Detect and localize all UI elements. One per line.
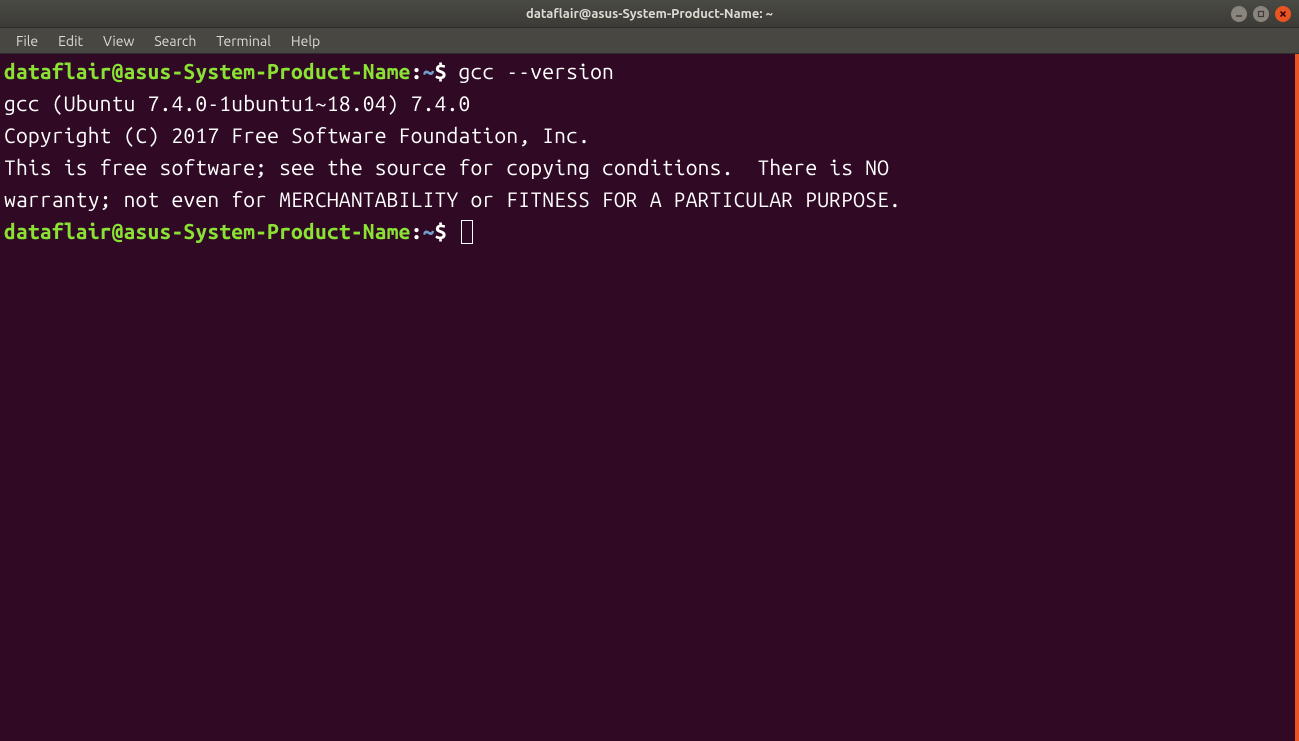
prompt-path-2: ~ bbox=[423, 219, 435, 243]
maximize-icon bbox=[1257, 10, 1265, 18]
prompt-colon-2: : bbox=[411, 219, 423, 243]
minimize-button[interactable] bbox=[1231, 6, 1247, 22]
terminal-line-prompt1: dataflair@asus-System-Product-Name:~$ gc… bbox=[4, 56, 1295, 88]
prompt-user-host-2: dataflair@asus-System-Product-Name bbox=[4, 219, 411, 243]
output-line-3: This is free software; see the source fo… bbox=[4, 152, 1295, 184]
window-controls bbox=[1231, 6, 1291, 22]
right-edge-decoration bbox=[1295, 54, 1299, 741]
menu-file[interactable]: File bbox=[6, 29, 48, 53]
prompt-user-host: dataflair@asus-System-Product-Name bbox=[4, 59, 411, 83]
output-line-1: gcc (Ubuntu 7.4.0-1ubuntu1~18.04) 7.4.0 bbox=[4, 88, 1295, 120]
minimize-icon bbox=[1235, 10, 1243, 18]
menubar: File Edit View Search Terminal Help bbox=[0, 28, 1299, 54]
menu-edit[interactable]: Edit bbox=[48, 29, 93, 53]
maximize-button[interactable] bbox=[1253, 6, 1269, 22]
empty-command bbox=[447, 219, 459, 243]
prompt-path: ~ bbox=[423, 59, 435, 83]
terminal-line-prompt2: dataflair@asus-System-Product-Name:~$ bbox=[4, 216, 1295, 248]
menu-view[interactable]: View bbox=[93, 29, 144, 53]
window-titlebar: dataflair@asus-System-Product-Name: ~ bbox=[0, 0, 1299, 28]
terminal-body[interactable]: dataflair@asus-System-Product-Name:~$ gc… bbox=[0, 54, 1299, 741]
window-title: dataflair@asus-System-Product-Name: ~ bbox=[526, 7, 773, 21]
menu-search[interactable]: Search bbox=[144, 29, 206, 53]
close-icon bbox=[1279, 10, 1287, 18]
menu-help[interactable]: Help bbox=[281, 29, 330, 53]
menu-terminal[interactable]: Terminal bbox=[206, 29, 281, 53]
prompt-dollar-2: $ bbox=[435, 219, 447, 243]
command-text: gcc --version bbox=[447, 59, 614, 83]
prompt-dollar: $ bbox=[435, 59, 447, 83]
prompt-colon: : bbox=[411, 59, 423, 83]
close-button[interactable] bbox=[1275, 6, 1291, 22]
cursor-icon bbox=[461, 220, 473, 244]
output-line-4: warranty; not even for MERCHANTABILITY o… bbox=[4, 184, 1295, 216]
output-line-2: Copyright (C) 2017 Free Software Foundat… bbox=[4, 120, 1295, 152]
